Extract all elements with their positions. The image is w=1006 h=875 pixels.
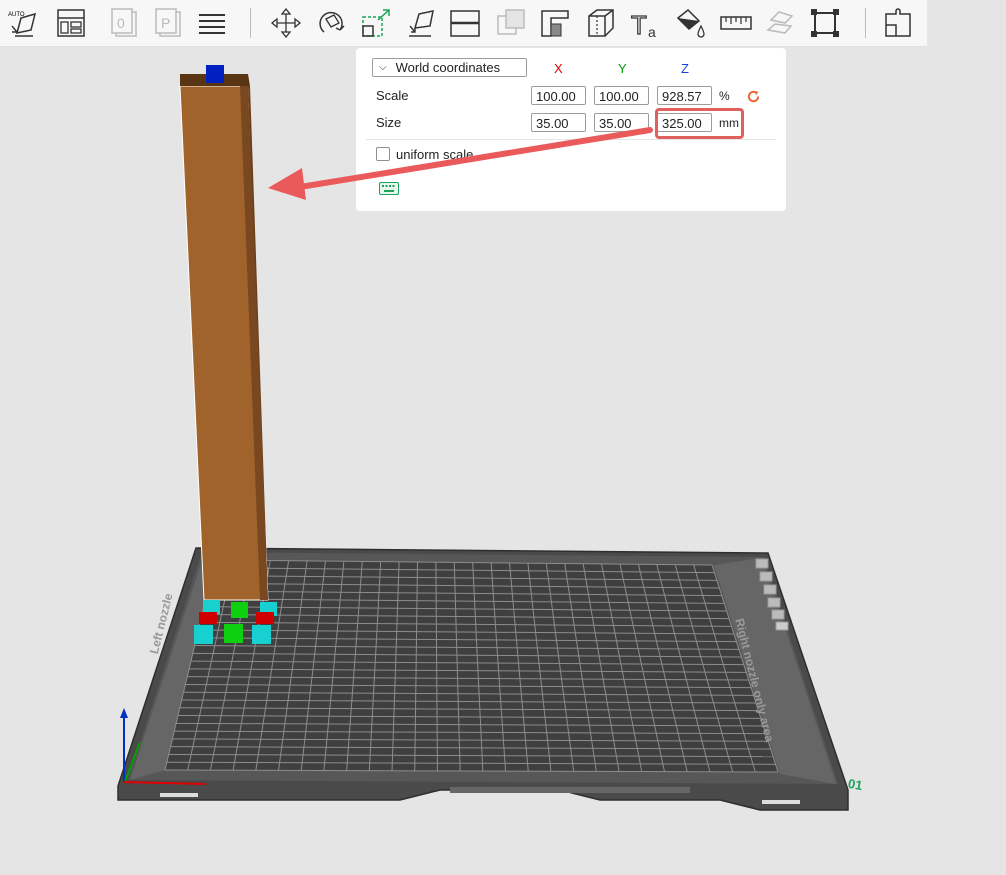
size-z-highlight [655,108,744,139]
size-label: Size [376,115,402,130]
assemble-view-icon[interactable] [880,5,916,41]
seam-icon[interactable] [582,5,618,41]
scale-label: Scale [376,88,409,103]
auto-orient-icon[interactable]: AUTO [6,5,42,41]
cut-icon[interactable] [447,5,483,41]
main-toolbar: AUTO 0 P Ta [0,0,927,47]
reset-scale-icon[interactable] [746,89,761,104]
y-axis-label: Y [618,61,627,76]
size-y-field[interactable] [594,113,649,132]
svg-text:P: P [161,15,170,31]
keyboard-icon[interactable] [379,182,399,195]
add-plate-icon: 0 [106,5,142,41]
move-icon[interactable] [268,5,304,41]
toolbar-divider [250,8,251,38]
scale-panel: ⌵ World coordinates X Y Z Scale % Size m… [356,48,786,211]
assembly-icon [762,5,798,41]
lay-on-face-icon[interactable] [404,5,440,41]
panel-divider [366,139,776,140]
scale-y-field[interactable] [594,86,649,105]
coordinate-system-dropdown[interactable]: ⌵ World coordinates [372,58,527,77]
svg-text:T: T [631,10,647,40]
measure-icon[interactable] [718,5,754,41]
uniform-scale-label: uniform scale [396,147,474,162]
toolbar-divider [865,8,866,38]
x-axis-label: X [554,61,563,76]
uniform-scale-checkbox[interactable] [376,147,390,161]
fit-view-icon[interactable] [807,5,843,41]
boolean-icon [493,5,529,41]
chevron-down-icon: ⌵ [379,62,387,73]
rotate-icon[interactable] [313,5,349,41]
size-x-field[interactable] [531,113,586,132]
z-axis-label: Z [681,61,689,76]
coordinate-system-value: World coordinates [395,60,501,75]
svg-text:a: a [648,24,656,40]
scaled-column-object [179,65,269,601]
scale-x-field[interactable] [531,86,586,105]
scale-z-field[interactable] [657,86,712,105]
arrange-icon[interactable] [53,5,89,41]
color-paint-icon[interactable] [672,5,708,41]
svg-text:0: 0 [117,15,125,31]
text-icon[interactable]: Ta [628,5,664,41]
support-paint-icon[interactable] [537,5,573,41]
layers-icon[interactable] [194,5,230,41]
plate-number: 01 [846,775,864,794]
scale-unit: % [719,89,730,103]
scale-icon[interactable] [359,5,395,41]
plate-icon: P [150,5,186,41]
